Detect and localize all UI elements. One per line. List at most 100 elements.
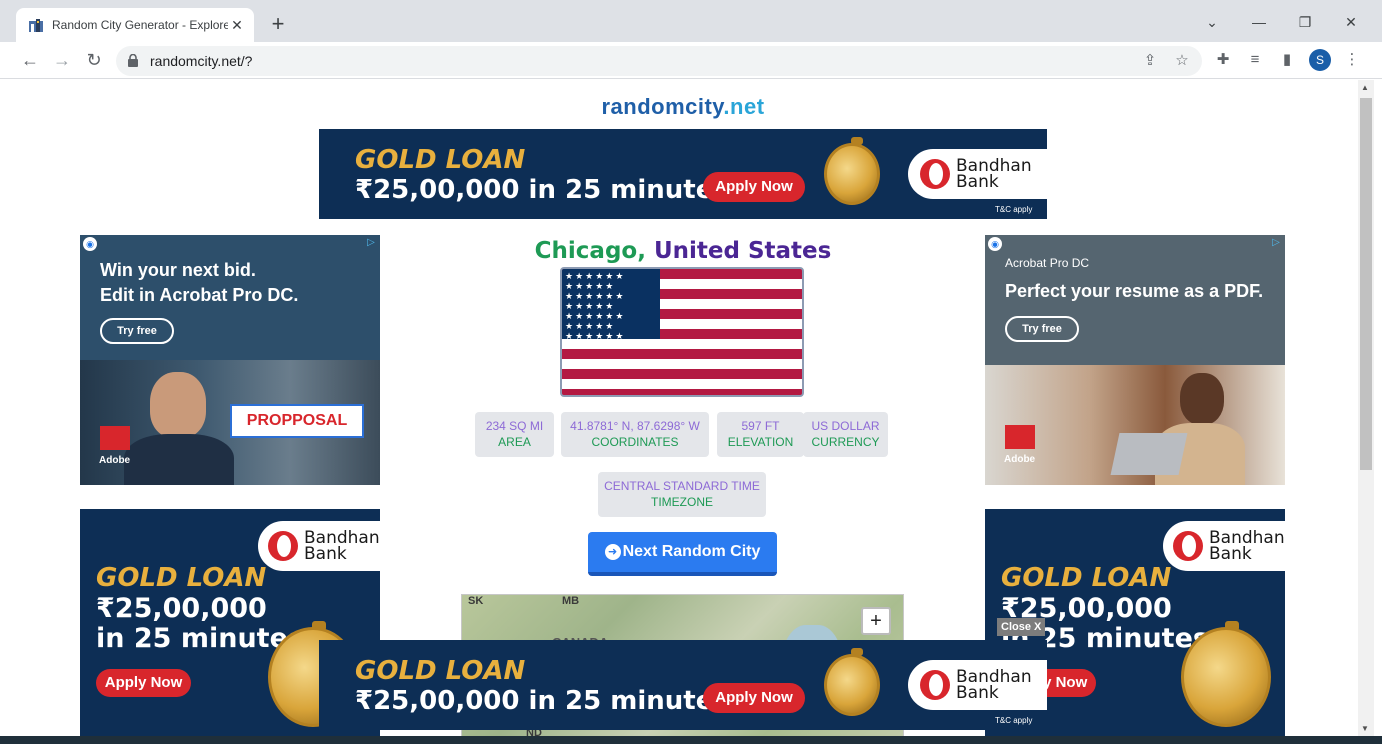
ad-minutes-text: in 25 minutes [96,623,304,654]
ad-headline: Perfect your resume as a PDF. [1005,281,1264,301]
ad-privacy-icon[interactable]: ◉ [83,237,97,251]
bandhan-bank-logo: Bandhan Bank [908,660,1047,710]
side-panel-icon[interactable]: ▮ [1277,50,1297,70]
stat-currency: US DOLLAR CURRENCY [803,412,888,457]
ad-tc-text: T&C apply [995,205,1033,214]
bank-name: Bandhan Bank [956,667,1032,703]
tab-search-chevron-icon[interactable]: ⌄ [1200,10,1224,34]
scrollbar-thumb[interactable] [1360,98,1372,470]
adchoices-icon[interactable]: ▷ [1268,236,1284,250]
stat-elevation: 597 FT ELEVATION [717,412,804,457]
city-country: United States [653,238,832,264]
ad-photo-man: PROPPOSAL Adobe [80,360,380,485]
adobe-logo-icon [100,426,130,450]
ad-gold-title: GOLD LOAN [1001,563,1172,593]
logo-text-main: randomcity [601,94,724,119]
bandhan-logo-icon [268,531,298,561]
adchoices-icon[interactable]: ▷ [363,236,379,250]
country-flag-image: ★★★★★★ ★★★★★ ★★★★★★ ★★★★★ ★★★★★★ ★★★★★ ★★★★★★ [560,267,804,397]
bandhan-logo-icon [920,670,950,700]
ad-gold-title: GOLD LOAN [355,656,526,686]
ad-headline: Win your next bid. Edit in Acrobat Pro DC… [100,260,299,305]
ad-product-name: Acrobat Pro DC [1005,256,1090,270]
city-heading: Chicago, United States [388,238,978,264]
city-name: Chicago, [534,238,646,264]
ad-amount-text: ₹25,00,000 in 25 minutes [355,686,729,716]
back-arrow-icon[interactable]: ← [18,48,42,72]
bandhan-bank-logo: Bandhan Bank [908,149,1047,199]
menu-kebab-icon[interactable]: ⋮ [1342,50,1362,70]
stopwatch-icon [1181,627,1271,727]
os-taskbar [0,736,1382,744]
logo-text-tld: .net [723,94,765,119]
site-favicon-icon [29,19,43,32]
bandhan-logo-icon [920,159,950,189]
address-bar[interactable]: randomcity.net/? ⇪ ☆ [116,46,1202,76]
map-label-sk: SK [468,595,484,607]
ad-person-shirt [124,434,234,485]
stat-area: 234 SQ MI AREA [475,412,554,457]
arrow-right-circle-icon: ➜ [604,544,621,560]
stat-coordinates: 41.8781° N, 87.6298° W COORDINATES [561,412,709,457]
ad-gold-title: GOLD LOAN [96,563,267,593]
site-logo[interactable]: randomcity.net [8,94,1358,120]
ad-gold-title: GOLD LOAN [355,145,526,175]
ad-apply-now-button[interactable]: Apply Now [96,669,191,697]
adobe-brand-text: Adobe [99,455,131,466]
try-free-button[interactable]: Try free [100,318,174,344]
left-adobe-ad[interactable]: ◉ ▷ Win your next bid. Edit in Acrobat Pr… [80,235,380,485]
page-scrollbar[interactable]: ▲ ▼ [1358,80,1374,736]
scroll-down-arrow-icon[interactable]: ▼ [1361,724,1369,733]
bank-name: Bandhan Bank [956,156,1032,192]
adobe-brand-text: Adobe [1004,454,1036,465]
sticky-bottom-gold-loan-ad[interactable]: GOLD LOAN ₹25,00,000 in 25 minutes Apply… [319,640,1047,730]
bank-name: Bandhan Bank [304,528,380,564]
top-gold-loan-ad[interactable]: GOLD LOAN ₹25,00,000 in 25 minutes Apply… [319,129,1047,219]
tab-title: Random City Generator - Explore [52,18,228,32]
new-tab-button[interactable]: + [266,12,290,36]
tab-close-icon[interactable]: ✕ [228,17,246,34]
bandhan-bank-logo: Bandhan Bank [1163,521,1285,571]
ad-person-face [150,372,206,438]
ad-privacy-icon[interactable]: ◉ [988,237,1002,251]
reload-icon[interactable]: ↻ [82,48,106,72]
flag-stars: ★★★★★★ ★★★★★ ★★★★★★ ★★★★★ ★★★★★★ ★★★★★ ★★★★★★ [562,269,660,339]
browser-tab[interactable]: Random City Generator - Explore ✕ [16,8,254,42]
page-viewport: randomcity.net GOLD LOAN ₹25,00,000 in 2… [8,80,1358,736]
ad-apply-now-button[interactable]: Apply Now [703,683,805,713]
adobe-logo-icon [1005,425,1035,449]
scroll-up-arrow-icon[interactable]: ▲ [1361,83,1369,92]
bandhan-bank-logo: Bandhan Bank [258,521,380,571]
close-ad-button[interactable]: Close X [997,618,1046,636]
next-random-city-button[interactable]: ➜ Next Random City [588,532,777,576]
restore-button[interactable]: ❐ [1293,10,1317,34]
ad-photo-woman: Adobe [985,365,1285,485]
ad-laptop [1110,433,1188,475]
right-adobe-ad[interactable]: ◉ ▷ Acrobat Pro DC Perfect your resume a… [985,235,1285,485]
proposal-badge: PROPPOSAL [230,404,364,438]
share-icon[interactable]: ⇪ [1140,51,1160,71]
lock-icon [128,54,138,67]
ad-apply-now-button[interactable]: Apply Now [703,172,805,202]
map-label-mb: MB [562,595,580,607]
extensions-puzzle-icon[interactable]: ✚ [1213,50,1233,70]
ad-tc-text: T&C apply [995,716,1033,725]
stat-timezone: CENTRAL STANDARD TIME TIMEZONE [598,472,766,517]
reading-list-icon[interactable]: ≡ [1245,50,1265,70]
map-zoom-in-button[interactable]: + [861,607,891,635]
minimize-button[interactable]: — [1247,10,1271,34]
bookmark-star-icon[interactable]: ☆ [1172,51,1192,71]
browser-toolbar: ← → ↻ randomcity.net/? ⇪ ☆ ✚ ≡ ▮ S ⋮ [0,42,1382,79]
stopwatch-icon [824,654,880,716]
close-window-button[interactable]: ✕ [1339,10,1363,34]
ad-amount-text: ₹25,00,000 [96,593,267,624]
forward-arrow-icon[interactable]: → [50,48,74,72]
bank-name: Bandhan Bank [1209,528,1285,564]
try-free-button[interactable]: Try free [1005,316,1079,342]
bandhan-logo-icon [1173,531,1203,561]
url-text: randomcity.net/? [150,53,253,69]
ad-person-face [1180,373,1224,425]
stopwatch-icon [824,143,880,205]
ad-amount-text: ₹25,00,000 in 25 minutes [355,175,729,205]
profile-avatar[interactable]: S [1309,49,1331,71]
